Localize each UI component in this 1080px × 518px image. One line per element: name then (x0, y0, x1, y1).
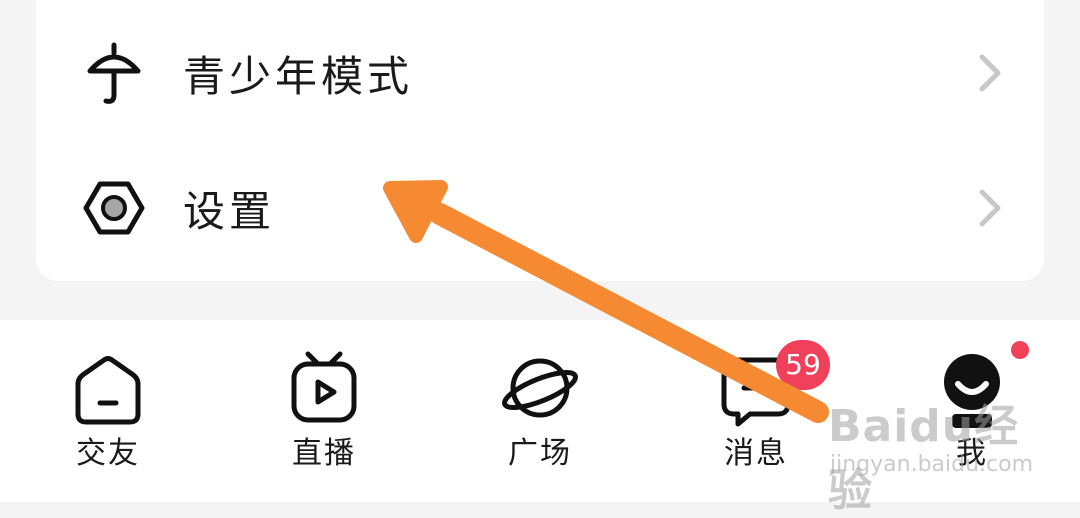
tab-label: 交友 (76, 436, 140, 471)
menu-item-label: 青少年模式 (183, 51, 414, 101)
umbrella-icon (87, 42, 141, 104)
chevron-right-icon (979, 189, 1001, 227)
message-count-badge: 59 (776, 340, 830, 390)
menu-item-settings[interactable]: 设置 (36, 148, 1044, 268)
notification-dot (1011, 341, 1029, 359)
hexagon-settings-icon (83, 181, 145, 235)
tab-guangchang[interactable]: 广场 (460, 320, 620, 502)
tv-play-icon (291, 351, 357, 423)
tab-zhibo[interactable]: 直播 (244, 320, 404, 502)
planet-icon (502, 358, 578, 418)
tab-label: 消息 (724, 436, 788, 471)
menu-item-teen-mode[interactable]: 青少年模式 (36, 13, 1044, 133)
baidu-jingyan-watermark: Baidu经验 jingyan.baidu.com (828, 390, 1038, 516)
home-house-icon (75, 356, 141, 425)
chevron-right-icon (979, 54, 1001, 92)
tab-label: 广场 (508, 436, 572, 471)
menu-item-label: 设置 (183, 186, 276, 236)
tab-jiaoyou[interactable]: 交友 (28, 320, 188, 502)
watermark-url: jingyan.baidu.com (830, 452, 1034, 477)
menu-card: 青少年模式 设置 (36, 0, 1044, 281)
tab-label: 直播 (292, 436, 356, 471)
